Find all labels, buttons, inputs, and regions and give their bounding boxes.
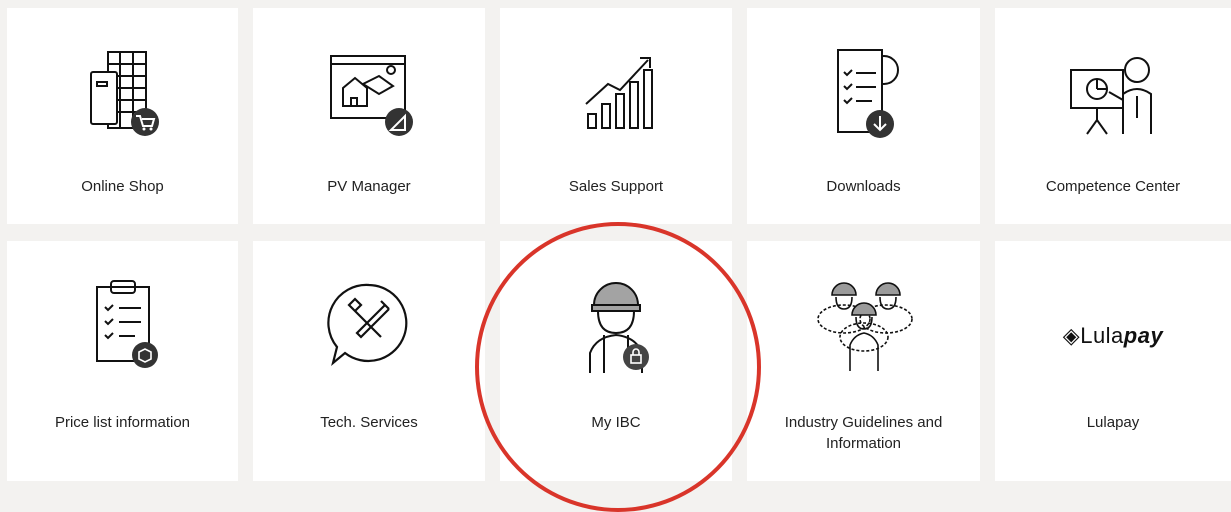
growth-chart-icon	[585, 57, 653, 129]
lulapay-logo-plain: Lula	[1080, 323, 1124, 348]
wrench-screwdriver-bubble-icon	[327, 283, 408, 367]
tile-downloads[interactable]: Downloads	[747, 8, 980, 224]
tile-lulapay[interactable]: ◈Lulapay Lulapay	[995, 241, 1231, 481]
lulapay-logo: ◈Lulapay	[995, 323, 1231, 349]
solar-panel-cart-icon	[89, 51, 159, 136]
tile-label: Sales Support	[568, 178, 664, 195]
tile-label: My IBC	[591, 414, 641, 431]
tile-label: Industry Guidelines and Information	[784, 414, 943, 452]
tile-label: Price list information	[54, 414, 191, 431]
clipboard-checklist-icon	[95, 280, 158, 368]
tile-pv-manager[interactable]: PV Manager	[253, 8, 485, 224]
tile-label: PV Manager	[327, 178, 411, 195]
worker-group-icon	[816, 282, 913, 371]
tile-label: Downloads	[826, 178, 901, 195]
lulapay-logo-bold: pay	[1123, 323, 1164, 348]
tile-label: Lulapay	[1086, 414, 1140, 431]
tile-label: Competence Center	[1045, 178, 1181, 195]
tile-online-shop[interactable]: Online Shop	[7, 8, 238, 224]
tile-label: Online Shop	[81, 178, 164, 195]
tile-competence-center[interactable]: Competence Center	[995, 8, 1231, 224]
tile-my-ibc[interactable]: My IBC	[500, 241, 732, 481]
tile-industry-guidelines[interactable]: Industry Guidelines and Information	[747, 241, 980, 481]
tile-price-list-information[interactable]: Price list information	[7, 241, 238, 481]
lulapay-mark-icon: ◈	[1062, 323, 1081, 348]
worker-lock-icon	[589, 282, 649, 373]
document-gear-download-icon	[836, 49, 899, 138]
tile-grid: Online Shop PV Manager Sales Support Dow…	[0, 0, 1231, 495]
presenter-board-icon	[1070, 57, 1152, 135]
tile-tech-services[interactable]: Tech. Services	[253, 241, 485, 481]
house-solar-window-icon	[330, 55, 413, 136]
tile-sales-support[interactable]: Sales Support	[500, 8, 732, 224]
tile-label: Tech. Services	[320, 414, 418, 431]
